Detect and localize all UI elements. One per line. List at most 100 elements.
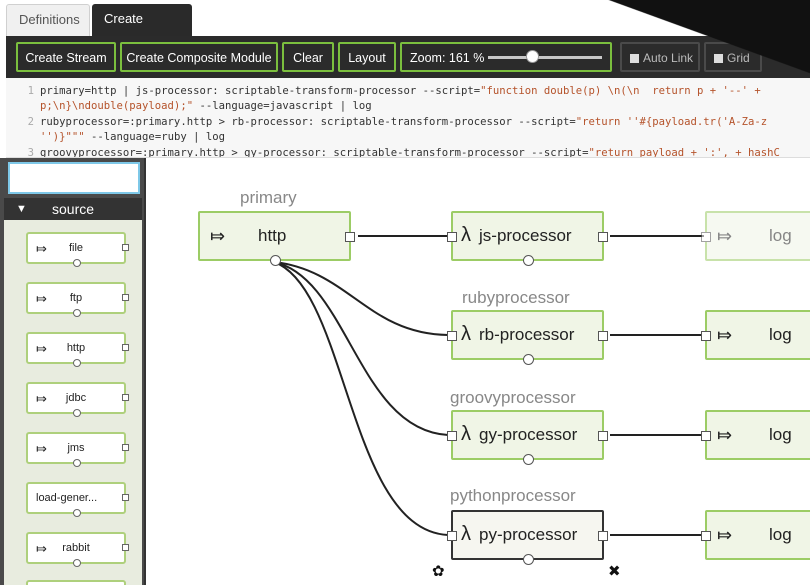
gear-icon[interactable]: ✿ [432, 562, 445, 580]
palette-module-ftp[interactable]: ⤇ ftp [26, 282, 129, 317]
sink-arrow-icon: ⤇ [717, 325, 733, 345]
group-label-groovy: groovyprocessor [450, 388, 576, 407]
group-label-python: pythonprocessor [450, 486, 576, 505]
close-icon[interactable]: ✖ [608, 562, 621, 580]
palette-module-label: load-gener... [36, 492, 98, 504]
lambda-icon: λ [461, 523, 471, 545]
wire-http-rb[interactable] [273, 261, 449, 336]
tap-port[interactable] [523, 454, 534, 465]
group-label-primary: primary [240, 188, 297, 207]
node-rb-processor[interactable]: λ rb-processor [447, 310, 608, 365]
node-log-4[interactable]: ⤇ log [701, 510, 810, 560]
checkbox-icon [630, 54, 639, 63]
output-port [122, 394, 129, 401]
node-http[interactable]: ⤇ http [198, 211, 355, 266]
node-label: rb-processor [479, 325, 575, 344]
tab-definitions[interactable]: Definitions [6, 4, 90, 36]
input-port[interactable] [447, 331, 457, 341]
lambda-icon: λ [461, 323, 471, 345]
node-log-3[interactable]: ⤇ log [701, 410, 810, 460]
output-port [122, 494, 129, 501]
tap-port[interactable] [270, 255, 281, 266]
node-label: gy-processor [479, 425, 578, 444]
node-log-1[interactable]: ⤇ log [701, 211, 810, 261]
zoom-slider-thumb[interactable] [526, 50, 539, 63]
node-label: log [769, 425, 792, 444]
input-port[interactable] [701, 431, 711, 441]
tap-port [73, 509, 81, 517]
output-port [122, 444, 129, 451]
input-port[interactable] [447, 431, 457, 441]
input-port[interactable] [447, 232, 457, 242]
tap-port [73, 559, 81, 567]
palette-search-input[interactable] [8, 162, 140, 194]
flow-canvas[interactable]: primary ⤇ http λ js-processor ⤇ log ruby… [148, 158, 810, 585]
input-port[interactable] [701, 331, 711, 341]
node-gy-processor[interactable]: λ gy-processor [447, 410, 608, 465]
tab-create-stream[interactable]: Create Stream [92, 4, 192, 56]
zoom-label: Zoom: 161 % [410, 51, 485, 65]
toolbar: Create Stream Create Composite Module Cl… [6, 36, 810, 78]
palette-module-jms[interactable]: ⤇ jms [26, 432, 129, 467]
editor-line: 3 groovyprocessor=:primary.http > gy-proc… [27, 147, 780, 158]
palette-module-list: ⤇ file ⤇ ftp ⤇ http ⤇ jdbc ⤇ jms load-gener..… [4, 220, 142, 585]
tap-port[interactable] [523, 255, 534, 266]
clear-button[interactable]: Clear [282, 42, 334, 72]
node-label: log [769, 525, 792, 544]
output-port [122, 344, 129, 351]
node-label: js-processor [479, 226, 572, 245]
output-port[interactable] [598, 431, 608, 441]
create-stream-button[interactable]: Create Stream [16, 42, 116, 72]
grid-checkbox[interactable]: Grid [704, 42, 762, 72]
input-port[interactable] [701, 531, 711, 541]
source-arrow-icon: ⤇ [210, 226, 226, 246]
palette-category-label: source [52, 201, 95, 217]
sink-arrow-icon: ⤇ [717, 525, 733, 545]
palette-module-rabbit[interactable]: ⤇ rabbit [26, 532, 129, 567]
output-port[interactable] [598, 232, 608, 242]
palette-module-http[interactable]: ⤇ http [26, 332, 129, 367]
tab-bar: Definitions Create Stream [0, 0, 810, 56]
output-port[interactable] [598, 531, 608, 541]
create-composite-module-button[interactable]: Create Composite Module [120, 42, 278, 72]
node-log-2[interactable]: ⤇ log [701, 310, 810, 360]
wire-http-gy[interactable] [273, 261, 449, 436]
auto-link-checkbox[interactable]: Auto Link [620, 42, 700, 72]
tap-port [73, 409, 81, 417]
lambda-icon: λ [461, 423, 471, 445]
palette-module-load-generator[interactable]: load-gener... [26, 482, 129, 517]
module-palette: ▼ source ⤇ file ⤇ ftp ⤇ http ⤇ jdbc ⤇ jms loa… [0, 158, 146, 585]
triangle-down-icon: ▼ [16, 203, 27, 215]
layout-button[interactable]: Layout [338, 42, 396, 72]
stream-definition-editor[interactable]: 1 primary=http | js-processor: scriptable… [6, 78, 810, 158]
tap-port[interactable] [523, 354, 534, 365]
output-port [122, 544, 129, 551]
editor-line: '')}""" --language=ruby | log [40, 131, 225, 143]
node-label: log [769, 325, 792, 344]
group-label-ruby: rubyprocessor [462, 288, 570, 307]
node-py-processor[interactable]: λ py-processor [447, 510, 608, 565]
tap-port [73, 309, 81, 317]
output-port[interactable] [345, 232, 355, 242]
sink-arrow-icon: ⤇ [717, 226, 733, 246]
palette-module-file[interactable]: ⤇ file [26, 232, 129, 267]
palette-category-source[interactable]: ▼ source [4, 198, 142, 220]
palette-module-more[interactable] [26, 580, 126, 585]
tap-port[interactable] [523, 554, 534, 565]
input-port[interactable] [447, 531, 457, 541]
tap-port [73, 459, 81, 467]
palette-module-label: rabbit [62, 542, 90, 554]
editor-line: 1 primary=http | js-processor: scriptable… [27, 85, 768, 97]
palette-module-label: jms [67, 442, 85, 454]
zoom-slider[interactable] [488, 56, 602, 59]
palette-module-jdbc[interactable]: ⤇ jdbc [26, 382, 129, 417]
palette-module-label: http [66, 342, 86, 354]
output-port[interactable] [598, 331, 608, 341]
tap-port [73, 259, 81, 267]
checkbox-icon [714, 54, 723, 63]
zoom-control: Zoom: 161 % [400, 42, 612, 72]
lambda-icon: λ [461, 224, 471, 246]
input-port[interactable] [701, 232, 711, 242]
palette-module-label: ftp [69, 292, 83, 304]
node-js-processor[interactable]: λ js-processor [447, 211, 608, 266]
